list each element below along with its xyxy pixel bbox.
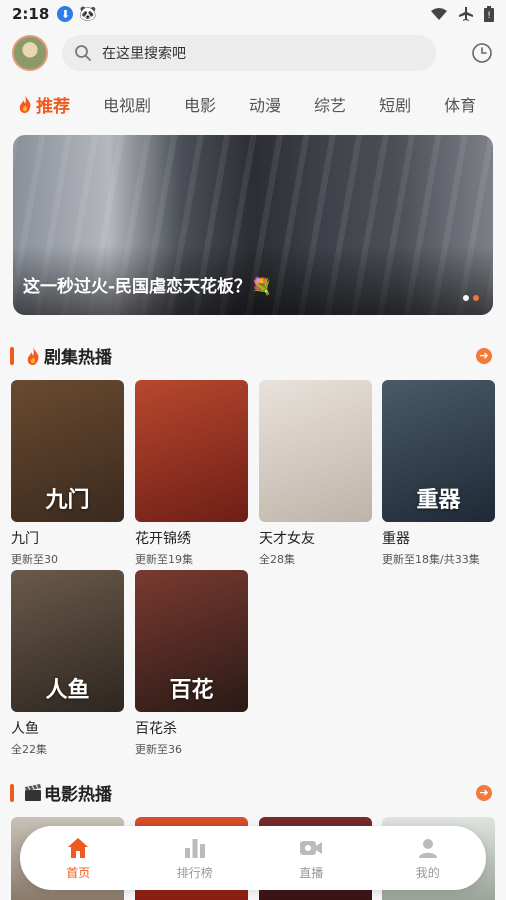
airplane-icon — [459, 7, 473, 21]
tab-anime[interactable]: 动漫 — [249, 92, 281, 116]
series-poster: 九门 — [11, 380, 124, 522]
banner-dot — [463, 295, 469, 301]
profile-icon — [418, 838, 437, 858]
banner-pagination — [463, 295, 479, 301]
series-title: 天才女友 — [259, 531, 315, 547]
section-title: 电影热播 — [44, 785, 112, 805]
series-card[interactable]: 重器 重器 更新至18集/共33集 — [382, 380, 495, 567]
series-title: 百花杀 — [135, 721, 177, 737]
svg-text:!: ! — [487, 11, 491, 21]
bottom-navigation: 首页 排行榜 直播 我的 — [20, 826, 486, 890]
more-arrow-icon[interactable]: ➔ — [476, 784, 492, 801]
category-tabs: 推荐 电视剧 电影 动漫 综艺 短剧 体育 — [0, 84, 506, 124]
nav-home[interactable]: 首页 — [38, 836, 118, 881]
user-avatar[interactable] — [12, 35, 48, 71]
tab-label: 电影 — [184, 96, 217, 115]
series-card[interactable]: 九门 九门 更新至30 — [11, 380, 124, 567]
series-card[interactable]: 百花百花杀更新至36 — [135, 570, 248, 757]
series-episode-status: 更新至30 — [11, 553, 58, 566]
home-icon — [68, 837, 89, 858]
poster-title-art: 九门 — [45, 488, 90, 513]
section-header-movies: 电影热播 ➔ — [10, 780, 492, 805]
section-accent-bar — [10, 783, 14, 802]
nav-label: 首页 — [66, 865, 91, 880]
live-icon — [300, 840, 323, 855]
poster-title-art: 百花 — [169, 678, 214, 703]
tab-movies[interactable]: 电影 — [184, 92, 216, 116]
series-episode-status: 全22集 — [11, 743, 47, 756]
app-screen: 2:18 ⬇ 🐼 ! 在这里搜索吧 推荐 电视剧 电影 动漫 综艺 短剧 体育 — [0, 0, 506, 900]
series-episode-status: 更新至19集 — [135, 553, 193, 566]
history-icon[interactable] — [470, 41, 494, 65]
status-bar: 2:18 ⬇ 🐼 ! — [0, 0, 506, 28]
tab-label: 综艺 — [314, 96, 347, 115]
series-title: 九门 — [11, 531, 39, 547]
banner-dot-active — [473, 295, 479, 301]
tab-sports[interactable]: 体育 — [444, 92, 476, 116]
section-accent-bar — [10, 346, 14, 365]
tab-tv-series[interactable]: 电视剧 — [103, 92, 151, 116]
tab-label: 电视剧 — [103, 96, 152, 115]
section-title: 剧集热播 — [44, 348, 112, 368]
series-poster: 百花 — [135, 570, 248, 712]
series-episode-status: 更新至36 — [135, 743, 182, 756]
app-notification-icon: 🐼 — [79, 6, 97, 22]
ranking-icon — [184, 838, 205, 858]
fire-icon — [27, 346, 39, 365]
nav-label: 我的 — [415, 865, 440, 880]
status-icons: ! — [430, 6, 494, 22]
header: 在这里搜索吧 — [0, 30, 506, 76]
fire-icon — [19, 95, 31, 113]
nav-label: 直播 — [299, 865, 324, 880]
series-poster — [259, 380, 372, 522]
series-poster: 重器 — [382, 380, 495, 522]
featured-banner[interactable]: 这一秒过火-民国虐恋天花板？💐 — [13, 135, 493, 315]
wifi-icon — [431, 8, 447, 20]
series-title: 人鱼 — [11, 721, 39, 737]
tab-label: 动漫 — [249, 96, 282, 115]
series-card[interactable]: 人鱼 人鱼 全22集 — [11, 570, 124, 757]
status-time: 2:18 — [12, 5, 50, 23]
series-episode-status: 全28集 — [259, 553, 295, 566]
series-card[interactable]: 花开锦绣更新至19集 — [135, 380, 248, 567]
nav-label: 排行榜 — [176, 865, 213, 880]
banner-caption: 这一秒过火-民国虐恋天花板？💐 — [23, 277, 273, 297]
search-bar[interactable]: 在这里搜索吧 — [62, 35, 436, 71]
nav-ranking[interactable]: 排行榜 — [155, 836, 235, 881]
tab-label: 推荐 — [36, 96, 70, 117]
tab-short-drama[interactable]: 短剧 — [379, 92, 411, 116]
poster-title-art: 人鱼 — [45, 678, 90, 703]
series-poster — [135, 380, 248, 522]
download-icon: ⬇ — [57, 6, 74, 22]
more-arrow-icon[interactable]: ➔ — [476, 347, 492, 364]
series-card[interactable]: 天才女友全28集 — [259, 380, 372, 567]
tab-label: 体育 — [444, 96, 477, 115]
series-title: 重器 — [382, 531, 410, 547]
poster-title-art: 重器 — [416, 488, 461, 513]
series-poster: 人鱼 — [11, 570, 124, 712]
search-icon — [75, 45, 91, 61]
tab-label: 短剧 — [379, 96, 412, 115]
series-episode-status: 更新至18集/共33集 — [382, 553, 480, 566]
clapperboard-icon — [25, 783, 41, 801]
series-title: 花开锦绣 — [135, 531, 191, 547]
tab-recommend[interactable]: 推荐 — [18, 92, 70, 124]
battery-icon: ! — [484, 6, 494, 22]
nav-live[interactable]: 直播 — [271, 836, 351, 881]
tab-variety[interactable]: 综艺 — [314, 92, 346, 116]
section-header-series: 剧集热播 ➔ — [10, 343, 492, 368]
nav-profile[interactable]: 我的 — [388, 836, 468, 881]
search-placeholder: 在这里搜索吧 — [102, 46, 186, 62]
